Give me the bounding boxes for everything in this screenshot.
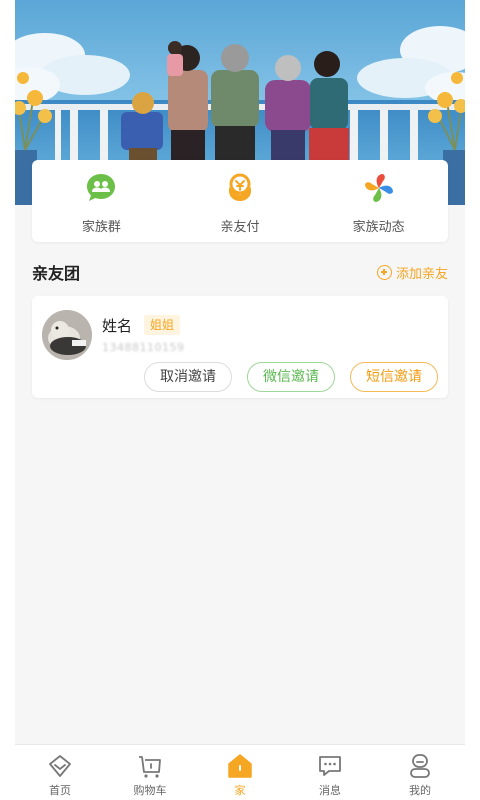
plus-circle-icon xyxy=(376,264,392,280)
family-group-icon xyxy=(83,170,119,206)
sms-invite-button[interactable]: 短信邀请 xyxy=(350,362,438,392)
tab-cart[interactable]: 购物车 xyxy=(105,745,195,800)
tab-label: 消息 xyxy=(319,784,341,797)
tab-label: 家 xyxy=(234,784,246,797)
tab-label: 首页 xyxy=(49,784,71,797)
feature-label: 家族动态 xyxy=(352,220,405,235)
feature-label: 亲友付 xyxy=(220,220,260,235)
member-phone: 13488110159 xyxy=(102,341,185,354)
add-friend-label: 添加亲友 xyxy=(395,266,448,282)
family-pay-icon xyxy=(222,170,258,206)
feature-family-group[interactable]: 家族群 xyxy=(32,160,171,242)
feature-card: 家族群 亲友付 家族动态 xyxy=(32,160,448,242)
family-house-icon xyxy=(227,753,253,779)
cancel-invite-button[interactable]: 取消邀请 xyxy=(144,362,232,392)
tab-home[interactable]: 首页 xyxy=(15,745,105,800)
tab-family[interactable]: 家 xyxy=(195,745,285,800)
avatar[interactable] xyxy=(42,310,92,360)
member-name: 姓名 xyxy=(102,317,133,335)
tab-messages[interactable]: 消息 xyxy=(285,745,375,800)
family-moments-icon xyxy=(361,170,397,206)
app-screen: 家族群 亲友付 家族动态 亲友团 添加亲友 姓名 姐姐 13488110159 … xyxy=(15,0,465,800)
bottom-tab-bar: 首页 购物车 家 消息 我的 xyxy=(15,744,465,800)
section-header: 亲友团 添加亲友 xyxy=(32,258,448,286)
member-card: 姓名 姐姐 13488110159 取消邀请 微信邀请 短信邀请 xyxy=(32,296,448,398)
add-friend-button[interactable]: 添加亲友 xyxy=(376,263,448,282)
feature-family-moments[interactable]: 家族动态 xyxy=(309,160,448,242)
tab-profile[interactable]: 我的 xyxy=(375,745,465,800)
section-title: 亲友团 xyxy=(32,264,81,283)
home-icon xyxy=(47,753,73,779)
tab-label: 我的 xyxy=(409,784,431,797)
message-icon xyxy=(317,753,343,779)
feature-label: 家族群 xyxy=(81,220,121,235)
wechat-invite-button[interactable]: 微信邀请 xyxy=(247,362,335,392)
cart-icon xyxy=(137,753,163,779)
profile-icon xyxy=(407,753,433,779)
relation-badge: 姐姐 xyxy=(144,315,181,335)
feature-family-pay[interactable]: 亲友付 xyxy=(171,160,310,242)
tab-label: 购物车 xyxy=(133,784,167,797)
